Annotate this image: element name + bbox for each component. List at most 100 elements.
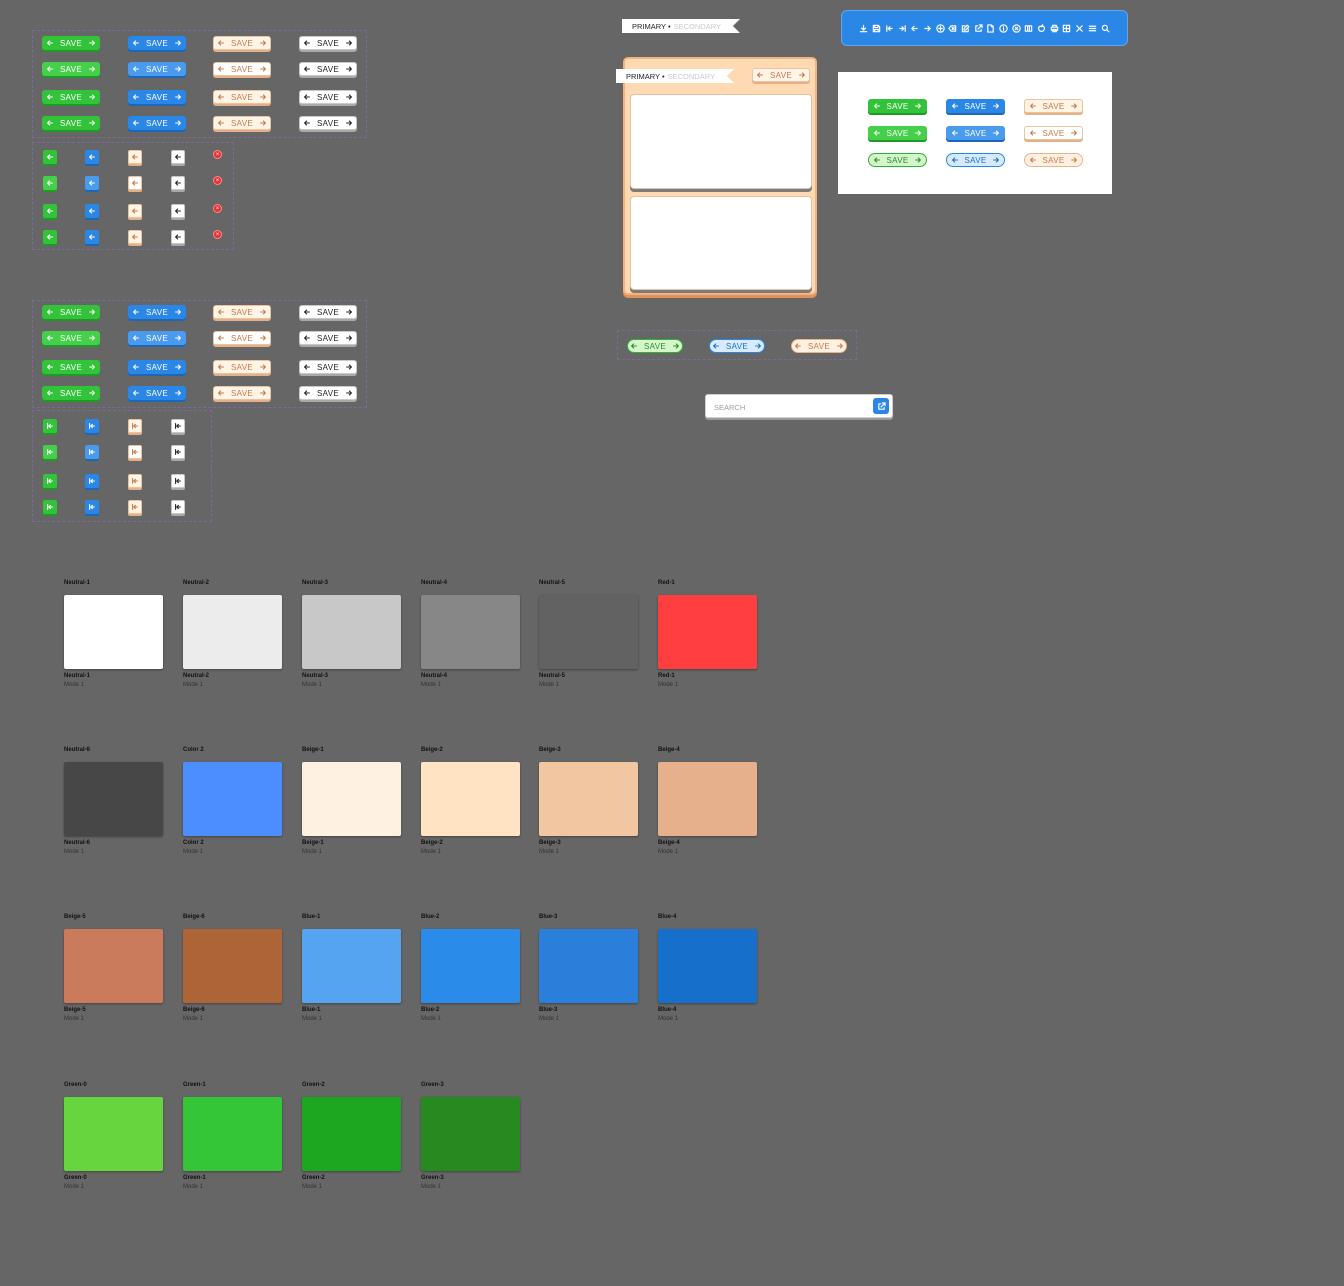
- save-button-green-hover[interactable]: SAVE: [42, 62, 100, 76]
- apple-toolbar-button[interactable]: [1036, 23, 1047, 34]
- save-button-green-default[interactable]: SAVE: [42, 36, 100, 50]
- save-button-white-hover[interactable]: SAVE: [299, 62, 357, 76]
- first-page-icon-button[interactable]: [85, 500, 99, 514]
- save-button-blue-default[interactable]: SAVE: [946, 153, 1005, 167]
- arrow-left-icon-button[interactable]: [85, 204, 99, 218]
- close-badge[interactable]: ×: [213, 176, 222, 185]
- tab-tag[interactable]: PRIMARY • SECONDARY: [622, 19, 740, 33]
- arrow-left-icon-button[interactable]: [85, 150, 99, 164]
- grid-toolbar-button[interactable]: [1062, 23, 1073, 34]
- arrow-left-icon-button[interactable]: [128, 150, 142, 164]
- save-button-green-disabled[interactable]: SAVE: [42, 386, 100, 400]
- close-badge[interactable]: ×: [213, 204, 222, 213]
- first-page-icon-button[interactable]: [171, 474, 185, 488]
- save-button-beige-default[interactable]: SAVE: [1024, 99, 1083, 113]
- first-page-icon-button[interactable]: [128, 500, 142, 514]
- save-button-beige-pressed[interactable]: SAVE: [213, 90, 271, 104]
- save-button-blue-hover[interactable]: SAVE: [946, 126, 1005, 140]
- arrow-left-icon-button[interactable]: [128, 230, 142, 244]
- arrow-left-icon-button[interactable]: [85, 176, 99, 190]
- save-button-green-pressed[interactable]: SAVE: [42, 90, 100, 104]
- arrow-left-icon-button[interactable]: [43, 230, 57, 244]
- save-button-blue-default[interactable]: SAVE: [709, 339, 765, 353]
- save-button-white-pressed[interactable]: SAVE: [299, 90, 357, 104]
- save-button-beige-hover[interactable]: SAVE: [213, 331, 271, 345]
- edit-toolbar-button[interactable]: [960, 23, 971, 34]
- menu-toolbar-button[interactable]: [1087, 23, 1098, 34]
- arrow-left-icon-button[interactable]: [171, 230, 185, 244]
- first-page-icon-button[interactable]: [85, 474, 99, 488]
- save-button-beige-default[interactable]: SAVE: [791, 339, 847, 353]
- external-link-button[interactable]: [873, 398, 889, 414]
- save-button-beige-default[interactable]: SAVE: [752, 68, 810, 82]
- save-button-blue-pressed[interactable]: SAVE: [128, 90, 186, 104]
- save-button-beige-disabled[interactable]: SAVE: [213, 116, 271, 130]
- save-button-blue-pressed[interactable]: SAVE: [128, 360, 186, 374]
- first-page-icon-button[interactable]: [128, 419, 142, 433]
- arrow-left-icon-button[interactable]: [171, 150, 185, 164]
- save-button-beige-default[interactable]: SAVE: [213, 36, 271, 50]
- save-button-beige-default[interactable]: SAVE: [1024, 153, 1083, 167]
- save-button-beige-pressed[interactable]: SAVE: [213, 360, 271, 374]
- info-toolbar-button[interactable]: [998, 23, 1009, 34]
- save-button-blue-disabled[interactable]: SAVE: [128, 386, 186, 400]
- first-page-icon-button[interactable]: [43, 474, 57, 488]
- add-circle-toolbar-button[interactable]: [935, 23, 946, 34]
- print-toolbar-button[interactable]: [1049, 23, 1060, 34]
- save-button-white-pressed[interactable]: SAVE: [299, 360, 357, 374]
- card-tab-tag[interactable]: PRIMARY • SECONDARY: [616, 69, 734, 83]
- search-input[interactable]: [712, 399, 866, 415]
- arrow-left-icon-button[interactable]: [128, 176, 142, 190]
- arrow-left-icon-button[interactable]: [171, 176, 185, 190]
- save-button-blue-default[interactable]: SAVE: [128, 305, 186, 319]
- first-page-icon-button[interactable]: [128, 445, 142, 459]
- save-button-green-hover[interactable]: SAVE: [42, 331, 100, 345]
- save-toolbar-button[interactable]: [871, 23, 882, 34]
- close-badge[interactable]: ×: [213, 230, 222, 239]
- save-button-green-disabled[interactable]: SAVE: [42, 116, 100, 130]
- last-page-toolbar-button[interactable]: [897, 23, 908, 34]
- first-page-icon-button[interactable]: [85, 445, 99, 459]
- first-page-toolbar-button[interactable]: [884, 23, 895, 34]
- arrow-left-icon-button[interactable]: [43, 176, 57, 190]
- arrow-left-icon-button[interactable]: [171, 204, 185, 218]
- first-page-icon-button[interactable]: [43, 419, 57, 433]
- close-toolbar-button[interactable]: [1074, 23, 1085, 34]
- save-button-white-disabled[interactable]: SAVE: [299, 116, 357, 130]
- save-button-blue-default[interactable]: SAVE: [128, 36, 186, 50]
- save-button-beige-hover[interactable]: SAVE: [213, 62, 271, 76]
- save-button-blue-hover[interactable]: SAVE: [128, 62, 186, 76]
- backspace-toolbar-button[interactable]: [948, 23, 959, 34]
- first-page-icon-button[interactable]: [128, 474, 142, 488]
- save-button-white-default[interactable]: SAVE: [299, 305, 357, 319]
- first-page-icon-button[interactable]: [171, 500, 185, 514]
- save-button-blue-default[interactable]: SAVE: [946, 99, 1005, 113]
- save-button-blue-disabled[interactable]: SAVE: [128, 116, 186, 130]
- external-link-toolbar-button[interactable]: [973, 23, 984, 34]
- columns-toolbar-button[interactable]: [1024, 23, 1035, 34]
- first-page-icon-button[interactable]: [171, 445, 185, 459]
- save-button-green-pressed[interactable]: SAVE: [42, 360, 100, 374]
- save-button-green-hover[interactable]: SAVE: [868, 126, 927, 140]
- save-button-green-default[interactable]: SAVE: [868, 153, 927, 167]
- arrow-right-toolbar-button[interactable]: [922, 23, 933, 34]
- download-toolbar-button[interactable]: [859, 23, 870, 34]
- search-toolbar-button[interactable]: [1100, 23, 1111, 34]
- save-button-white-hover[interactable]: SAVE: [299, 331, 357, 345]
- close-badge[interactable]: ×: [213, 150, 222, 159]
- arrow-left-icon-button[interactable]: [128, 204, 142, 218]
- first-page-icon-button[interactable]: [43, 500, 57, 514]
- save-button-blue-hover[interactable]: SAVE: [128, 331, 186, 345]
- first-page-icon-button[interactable]: [43, 445, 57, 459]
- first-page-icon-button[interactable]: [171, 419, 185, 433]
- save-button-green-default[interactable]: SAVE: [868, 99, 927, 113]
- save-button-white-disabled[interactable]: SAVE: [299, 386, 357, 400]
- save-button-beige-default[interactable]: SAVE: [213, 305, 271, 319]
- first-page-icon-button[interactable]: [85, 419, 99, 433]
- save-button-green-default[interactable]: SAVE: [42, 305, 100, 319]
- arrow-left-toolbar-button[interactable]: [909, 23, 920, 34]
- arrow-left-icon-button[interactable]: [85, 230, 99, 244]
- file-toolbar-button[interactable]: [986, 23, 997, 34]
- save-button-beige-hover[interactable]: SAVE: [1024, 126, 1083, 140]
- arrow-left-icon-button[interactable]: [43, 150, 57, 164]
